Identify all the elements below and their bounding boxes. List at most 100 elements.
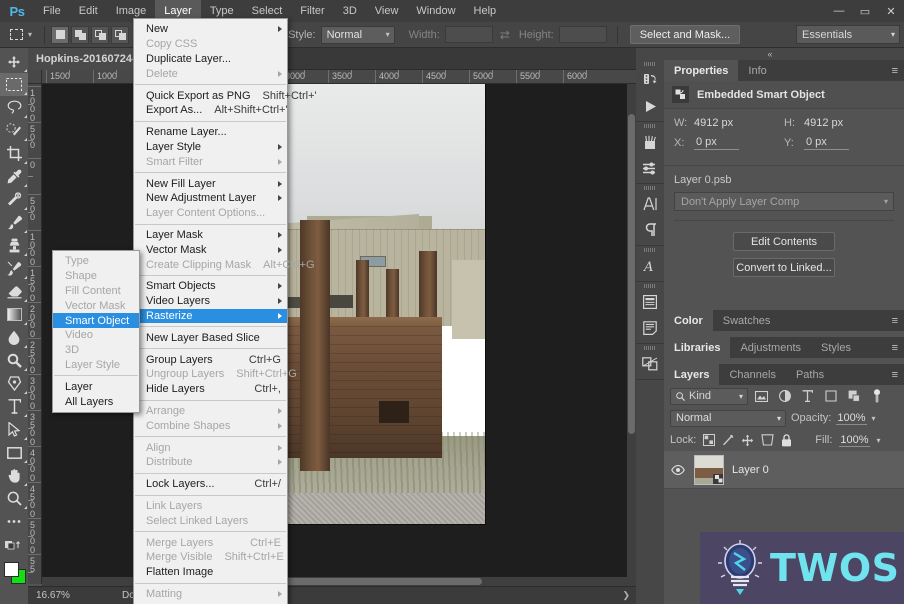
paragraph-panel-icon[interactable] [636,217,664,243]
tab-libraries[interactable]: Libraries [664,337,731,358]
style-select[interactable]: Normal ▾ [320,25,395,44]
tab-paths[interactable]: Paths [786,364,834,385]
add-to-selection-button[interactable] [71,25,90,44]
layer-visibility-icon[interactable] [670,464,686,475]
brush-settings-icon[interactable] [636,155,664,181]
layer-thumbnail[interactable] [694,454,724,485]
vertical-scrollbar[interactable] [627,84,636,584]
panel-grip[interactable] [636,344,664,351]
character-styles-icon[interactable]: A [636,253,664,279]
menu-item-smart-object[interactable]: Smart Object [53,313,139,328]
layer-menu-dropdown[interactable]: New Copy CSS Duplicate Layer... Delete Quick… [133,18,317,604]
height-input[interactable] [558,26,607,43]
fill-value[interactable]: 100% [839,434,870,447]
edit-contents-button[interactable]: Edit Contents [733,232,835,251]
subtract-from-selection-button[interactable] [91,25,110,44]
menu-edit[interactable]: Edit [70,0,107,22]
menu-item-rasterize[interactable]: Rasterize [134,308,287,324]
lock-position-icon[interactable] [741,434,754,447]
menu-item-layer-mask[interactable]: Layer Mask [134,228,287,243]
menu-filter[interactable]: Filter [291,0,333,22]
filter-pixel-layers-icon[interactable] [752,388,771,405]
horizontal-scrollbar[interactable] [42,577,636,586]
actions-play-icon[interactable] [636,93,664,119]
lasso-tool[interactable] [0,96,28,119]
select-and-mask-button[interactable]: Select and Mask... [629,25,741,44]
panel-menu-icon[interactable]: ≡ [886,60,904,81]
tab-adjustments[interactable]: Adjustments [730,337,811,358]
menu-item-rename-layer[interactable]: Rename Layer... [134,125,287,140]
blend-mode-select[interactable]: Normal ▾ [670,409,786,427]
filter-kind-select[interactable]: Kind ▾ [670,387,748,405]
tab-styles[interactable]: Styles [811,337,861,358]
type-tool[interactable] [0,395,28,418]
clone-source-icon[interactable] [636,351,664,377]
width-value[interactable]: 4912 px [694,117,733,129]
clone-stamp-tool[interactable] [0,234,28,257]
menu-file[interactable]: File [34,0,70,22]
lock-all-icon[interactable] [781,433,792,447]
width-input[interactable] [444,26,493,43]
menu-window[interactable]: Window [407,0,464,22]
notes-icon[interactable] [636,315,664,341]
tab-color[interactable]: Color [664,310,713,331]
height-value[interactable]: 4912 px [804,117,843,129]
menu-item-all-layers[interactable]: All Layers [53,394,139,409]
menu-item-export-as[interactable]: Export As... Alt+Shift+Ctrl+' [134,103,288,118]
menu-item-group-layers[interactable]: Group Layers Ctrl+G [134,352,287,367]
rectangular-marquee-icon[interactable] [4,25,28,45]
menu-item-vector-mask[interactable]: Vector Mask [134,242,287,257]
tool-preset-chevron-down-icon[interactable]: ▾ [28,30,32,39]
panel-menu-icon[interactable]: ≡ [886,364,904,385]
filter-shape-layers-icon[interactable] [821,388,840,405]
panel-menu-icon[interactable]: ≡ [886,337,904,358]
menu-item-lock-layers[interactable]: Lock Layers... Ctrl+/ [134,477,287,492]
menu-item-hide-layers[interactable]: Hide Layers Ctrl+, [134,382,287,397]
blur-tool[interactable] [0,326,28,349]
panel-grip[interactable] [636,122,664,129]
panel-grip[interactable] [636,60,664,67]
lock-transparent-pixels-icon[interactable] [703,434,716,446]
filter-type-layers-icon[interactable] [798,388,817,405]
menu-item-smart-objects[interactable]: Smart Objects [134,279,287,294]
path-selection-tool[interactable] [0,418,28,441]
maximize-button[interactable]: ▭ [852,0,878,22]
timeline-icon[interactable] [636,289,664,315]
spot-healing-brush-tool[interactable] [0,188,28,211]
eraser-tool[interactable] [0,280,28,303]
menu-item-layer-style[interactable]: Layer Style [134,140,287,155]
collapse-panels-icon[interactable]: « [636,48,904,60]
tab-properties[interactable]: Properties [664,60,739,81]
dodge-tool[interactable] [0,349,28,372]
close-button[interactable]: ✕ [878,0,904,22]
edit-toolbar-icon[interactable] [0,510,28,533]
opacity-chevron-down-icon[interactable]: ▾ [872,414,876,423]
menu-item-layer[interactable]: Layer [53,379,139,394]
panel-grip[interactable] [636,184,664,191]
brush-tool[interactable] [0,211,28,234]
menu-item-duplicate-layer[interactable]: Duplicate Layer... [134,52,287,67]
default-colors-icon[interactable] [0,533,28,556]
menu-3d[interactable]: 3D [334,0,366,22]
y-input[interactable]: 0 px [804,136,849,150]
swap-dimensions-icon[interactable]: ⇄ [500,28,510,42]
history-brush-tool[interactable] [0,257,28,280]
horizontal-ruler[interactable]: 1500100050200025003000350040004500500055… [42,70,636,84]
minimize-button[interactable]: — [826,0,852,22]
tab-layers[interactable]: Layers [664,364,720,385]
zoom-tool[interactable] [0,487,28,510]
hand-tool[interactable] [0,464,28,487]
layer-row[interactable]: Layer 0 [664,451,904,489]
intersect-with-selection-button[interactable] [111,25,130,44]
foreground-background-color-swatches[interactable] [4,562,26,584]
panel-grip[interactable] [636,246,664,253]
rasterize-submenu-dropdown[interactable]: Type Shape Fill Content Vector Mask Smart Ob… [52,250,140,413]
rectangular-marquee-tool[interactable] [0,73,28,96]
pen-tool[interactable] [0,372,28,395]
new-selection-button[interactable] [51,25,70,44]
brushes-icon[interactable] [636,129,664,155]
panel-menu-icon[interactable]: ≡ [886,310,904,331]
quick-selection-tool[interactable] [0,119,28,142]
menu-item-quick-export-as-png[interactable]: Quick Export as PNG Shift+Ctrl+' [134,88,317,103]
lock-artboard-nesting-icon[interactable] [761,434,774,446]
